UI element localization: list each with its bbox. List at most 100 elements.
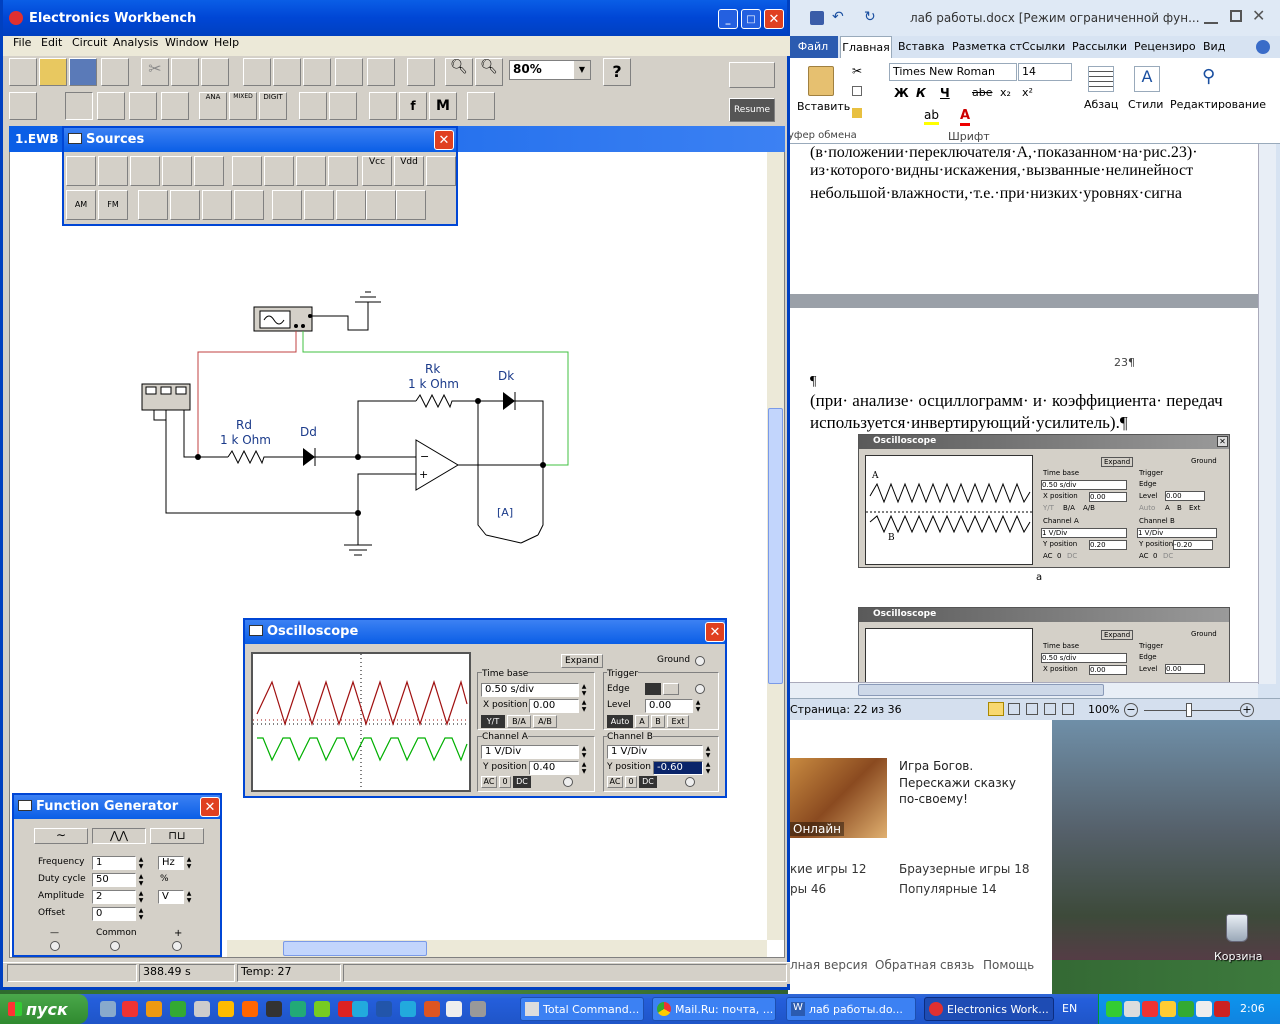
battery-icon[interactable] <box>98 156 128 186</box>
quicklaunch-icon-10[interactable] <box>314 1001 330 1017</box>
view-print-layout-icon[interactable] <box>988 702 1004 716</box>
word-redo-icon[interactable]: ↻ <box>864 9 876 25</box>
web-link-2[interactable]: ры 46 <box>790 882 826 896</box>
language-indicator[interactable]: EN <box>1062 1002 1077 1015</box>
paste-label[interactable]: Вставить <box>797 100 850 113</box>
trig-a-button[interactable]: A <box>635 715 649 728</box>
quicklaunch-icon-5[interactable] <box>194 1001 210 1017</box>
game-description[interactable]: Перескажи сказку по-своему! <box>899 775 1039 807</box>
task-word[interactable]: W лаб работы.do... <box>786 997 916 1021</box>
trig-auto-button[interactable]: Auto <box>607 715 633 728</box>
vcvs-icon[interactable] <box>232 156 262 186</box>
word-vertical-scrollbar[interactable] <box>1258 144 1276 684</box>
font-name-select[interactable]: Times New Roman <box>889 63 1017 81</box>
fsk-icon[interactable] <box>234 190 264 220</box>
word-undo-icon[interactable]: ↶ <box>832 9 844 25</box>
channel-b-zero-button[interactable]: 0 <box>625 776 637 788</box>
quicklaunch-icon-9[interactable] <box>290 1001 306 1017</box>
diode-dd[interactable] <box>303 448 315 466</box>
diode-dk[interactable] <box>503 392 515 410</box>
web-link-1[interactable]: кие игры 12 <box>790 862 867 876</box>
italic-button[interactable]: К <box>916 86 926 100</box>
fvc-icon[interactable] <box>138 190 168 220</box>
nonlinear-source-icon[interactable] <box>396 190 426 220</box>
channel-b-ypos-spinner[interactable]: ▲ ▼ <box>703 761 713 775</box>
quicklaunch-icon-7[interactable] <box>242 1001 258 1017</box>
osc-close-button[interactable]: ✕ <box>705 622 725 642</box>
zoom-in-icon[interactable]: + <box>1240 703 1254 717</box>
word-scroll-thumb[interactable] <box>858 684 1104 696</box>
game-title[interactable]: Игра Богов. <box>899 759 973 773</box>
task-ewb[interactable]: Electronics Work... <box>924 997 1054 1021</box>
subscript-button[interactable]: x₂ <box>1000 86 1011 99</box>
trig-b-button[interactable]: B <box>651 715 665 728</box>
frequency-spinner[interactable]: ▲ ▼ <box>136 856 146 870</box>
vccs-icon[interactable] <box>264 156 294 186</box>
duty-value[interactable]: 50 <box>92 873 136 887</box>
tray-icon-2[interactable] <box>1124 1001 1140 1017</box>
footer-link-full[interactable]: лная версия <box>790 958 868 972</box>
piecewise-source-icon[interactable] <box>366 190 396 220</box>
web-link-4[interactable]: Популярные 14 <box>899 882 997 896</box>
amplitude-spinner[interactable]: ▲ ▼ <box>136 890 146 904</box>
recycle-bin-icon[interactable] <box>1226 914 1248 942</box>
superscript-button[interactable]: x² <box>1022 86 1033 99</box>
editing-label[interactable]: Редактирование <box>1170 98 1266 111</box>
strikethrough-button[interactable]: abe <box>972 86 993 99</box>
paste-icon[interactable] <box>808 66 834 96</box>
word-tab-review[interactable]: Рецензиро <box>1134 40 1196 53</box>
view-reading-icon[interactable] <box>1008 703 1020 715</box>
ac-voltage-source-icon[interactable] <box>162 156 192 186</box>
quicklaunch-icon-4[interactable] <box>170 1001 186 1017</box>
cut-icon[interactable]: ✂ <box>852 64 862 78</box>
word-zoom-level[interactable]: 100% <box>1088 703 1119 716</box>
cccs-icon[interactable] <box>328 156 358 186</box>
osc-expand-button[interactable]: Expand <box>561 654 603 668</box>
word-save-icon[interactable] <box>810 11 824 25</box>
highlight-icon[interactable]: ab <box>924 108 939 125</box>
word-tab-home[interactable]: Главная <box>840 36 892 58</box>
start-button[interactable]: пуск <box>0 994 88 1024</box>
timebase-spinner[interactable]: ▲ ▼ <box>579 683 589 697</box>
mode-ba-button[interactable]: B/A <box>507 715 531 728</box>
level-spinner[interactable]: ▲ ▼ <box>693 699 703 713</box>
xpos-spinner[interactable]: ▲ ▼ <box>579 699 589 713</box>
frequency-unit-spinner[interactable]: ▲ ▼ <box>184 856 194 870</box>
word-tab-mailings[interactable]: Рассылки <box>1072 40 1127 53</box>
word-help-icon[interactable] <box>1256 40 1270 54</box>
paragraph-label[interactable]: Абзац <box>1084 98 1118 111</box>
trig-ext-button[interactable]: Ext <box>667 715 689 728</box>
sine-wave-button[interactable]: ∼ <box>34 828 88 844</box>
tray-icon-1[interactable] <box>1106 1001 1122 1017</box>
quicklaunch-icon-12[interactable] <box>352 1001 368 1017</box>
mode-ab-button[interactable]: A/B <box>533 715 557 728</box>
channel-a-ypos[interactable]: 0.40 <box>529 761 579 775</box>
quicklaunch-icon-1[interactable] <box>100 1001 116 1017</box>
word-tab-insert[interactable]: Вставка <box>898 40 945 53</box>
square-wave-button[interactable]: ⊓⊔ <box>150 828 204 844</box>
view-web-icon[interactable] <box>1026 703 1038 715</box>
word-close-button[interactable]: ✕ <box>1252 6 1265 25</box>
fm-source-icon[interactable]: FM <box>98 190 128 220</box>
word-maximize-button[interactable] <box>1230 10 1242 22</box>
word-page-status[interactable]: Страница: 22 из 36 <box>790 703 902 716</box>
quicklaunch-icon-3[interactable] <box>146 1001 162 1017</box>
task-total-commander[interactable]: Total Command... <box>520 997 644 1021</box>
xpos-value[interactable]: 0.00 <box>529 699 579 713</box>
quicklaunch-icon-6[interactable] <box>218 1001 234 1017</box>
quicklaunch-icon-14[interactable] <box>400 1001 416 1017</box>
fcc-icon[interactable] <box>170 190 200 220</box>
offset-spinner[interactable]: ▲ ▼ <box>136 907 146 921</box>
fsk-source-icon[interactable] <box>336 190 366 220</box>
vcc-source-icon[interactable]: Vcc <box>362 156 392 186</box>
footer-link-feedback[interactable]: Обратная связь <box>875 958 974 972</box>
edge-falling-button[interactable] <box>663 683 679 695</box>
mode-yt-button[interactable]: Y/T <box>481 715 505 728</box>
quicklaunch-icon-13[interactable] <box>376 1001 392 1017</box>
vdd-source-icon[interactable]: Vdd <box>394 156 424 186</box>
polynomial-source-icon[interactable] <box>272 190 302 220</box>
font-size-select[interactable]: 14 <box>1018 63 1072 81</box>
clock-source-icon[interactable] <box>426 156 456 186</box>
frequency-value[interactable]: 1 <box>92 856 136 870</box>
channel-b-terminal[interactable] <box>685 777 695 787</box>
